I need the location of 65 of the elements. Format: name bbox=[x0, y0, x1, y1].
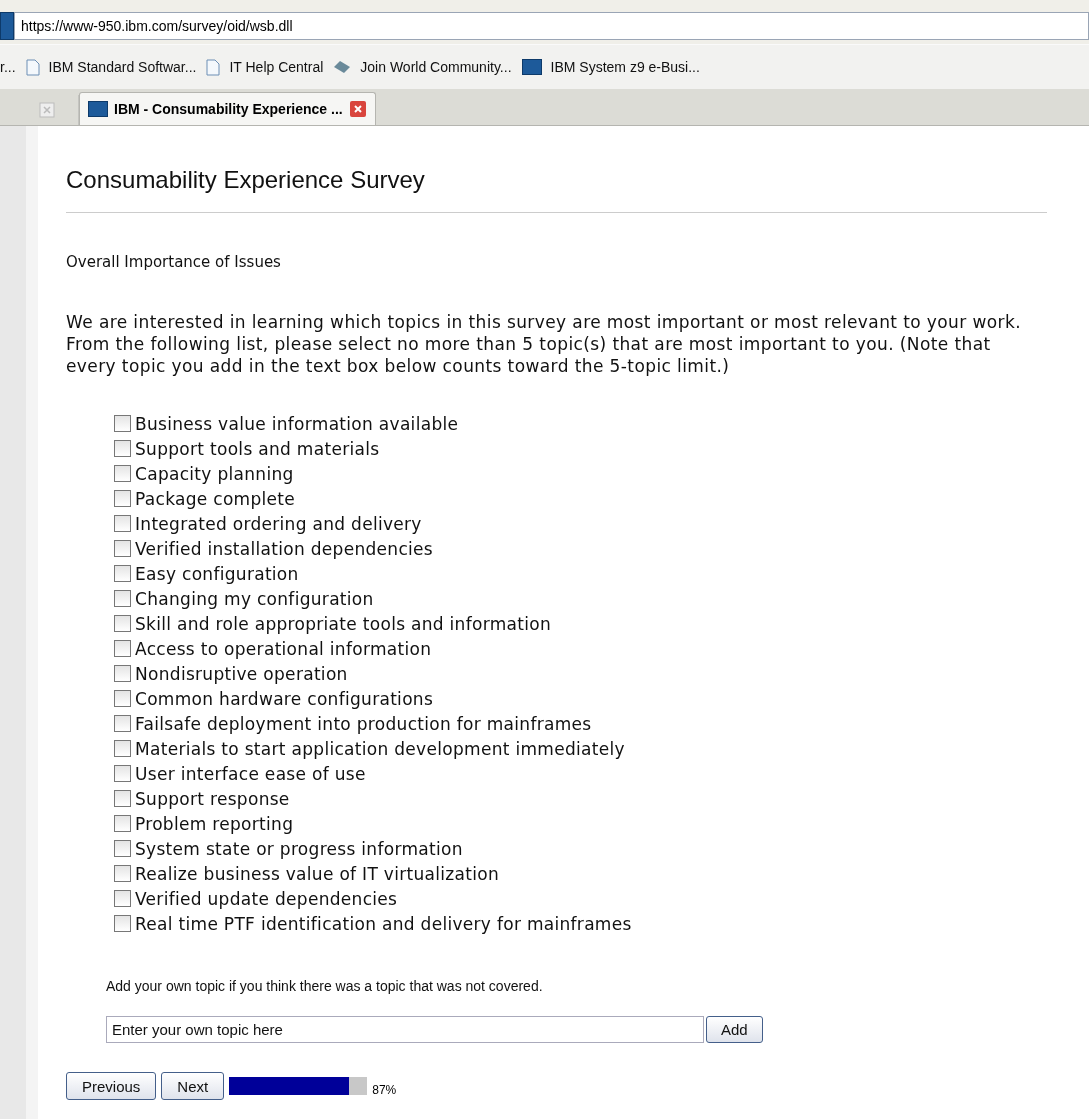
topic-label: Support tools and materials bbox=[135, 438, 380, 459]
bookmark[interactable]: IBM System z9 e-Busi... bbox=[521, 59, 700, 75]
topic-label: Failsafe deployment into production for mainframes bbox=[135, 713, 592, 734]
section-heading: Overall Importance of Issues bbox=[66, 253, 282, 271]
topic-label: Skill and role appropriate tools and information bbox=[135, 613, 552, 634]
diamond-icon bbox=[333, 60, 352, 74]
checkbox[interactable] bbox=[114, 515, 131, 532]
bookmark[interactable]: IT Help Central bbox=[206, 58, 324, 76]
checkbox[interactable] bbox=[114, 465, 131, 482]
checkbox[interactable] bbox=[114, 540, 131, 557]
topic-label: Integrated ordering and delivery bbox=[135, 513, 422, 534]
topic-label: System state or progress information bbox=[135, 838, 463, 859]
close-icon[interactable] bbox=[348, 100, 367, 118]
ibm-icon bbox=[88, 101, 108, 117]
intro-text: We are interested in learning which topics in this survey are most important or most relevant to your work. From the following list, please select no more than 5 topic(s) that are most important to you. (Note that every topic you add in the text box below counts toward the 5-topic limit.) bbox=[66, 311, 1023, 377]
next-button[interactable]: Next bbox=[161, 1072, 225, 1100]
checkbox[interactable] bbox=[114, 840, 131, 857]
tab-title: IBM - Consumability Experience ... bbox=[114, 101, 343, 117]
checkbox[interactable] bbox=[114, 740, 131, 757]
own-topic-prompt: Add your own topic if you think there was a topic that was not covered. bbox=[106, 978, 544, 994]
topic-label: Support response bbox=[135, 788, 290, 809]
address-field[interactable]: https://www-950.ibm.com/survey/oid/wsb.dll bbox=[14, 12, 1089, 40]
topic-label: Package complete bbox=[135, 488, 296, 509]
topic-label: Nondisruptive operation bbox=[135, 663, 348, 684]
ibm-icon bbox=[521, 59, 542, 75]
page-icon bbox=[25, 58, 40, 76]
topic-label: Verified installation dependencies bbox=[135, 538, 433, 559]
add-button[interactable]: Add bbox=[706, 1016, 763, 1043]
checkbox[interactable] bbox=[114, 690, 131, 707]
checkbox[interactable] bbox=[114, 890, 131, 907]
topic-label: Verified update dependencies bbox=[135, 888, 398, 909]
checkbox[interactable] bbox=[114, 815, 131, 832]
checkbox[interactable] bbox=[114, 490, 131, 507]
checkbox[interactable] bbox=[114, 790, 131, 807]
topic-label: Common hardware configurations bbox=[135, 688, 434, 709]
topic-label: Realize business value of IT virtualization bbox=[135, 863, 499, 884]
checkbox[interactable] bbox=[114, 615, 131, 632]
checkbox[interactable] bbox=[114, 640, 131, 657]
checkbox[interactable] bbox=[114, 590, 131, 607]
checkbox[interactable] bbox=[114, 765, 131, 782]
progress-reading: 87% bbox=[372, 1083, 397, 1097]
topic-label: Access to operational information bbox=[135, 638, 432, 659]
previous-button[interactable]: Previous bbox=[66, 1072, 157, 1100]
page-icon bbox=[206, 58, 221, 76]
topic-label: Real time PTF identification and delivery for mainframes bbox=[135, 913, 632, 934]
topic-label: Easy configuration bbox=[135, 563, 299, 584]
topic-label: Changing my configuration bbox=[135, 588, 374, 609]
topic-label: Business value information available bbox=[135, 413, 459, 434]
checkbox[interactable] bbox=[114, 915, 131, 932]
topic-input-field[interactable]: Enter your own topic here bbox=[106, 1016, 704, 1043]
topic-label: User interface ease of use bbox=[135, 763, 366, 784]
checkbox[interactable] bbox=[114, 415, 131, 432]
bookmark[interactable]: Join World Community... bbox=[333, 59, 512, 75]
browser-tab[interactable]: IBM - Consumability Experience ... bbox=[79, 92, 376, 125]
topic-label: Capacity planning bbox=[135, 463, 294, 484]
checkbox[interactable] bbox=[114, 565, 131, 582]
topic-label: Materials to start application development immediately bbox=[135, 738, 625, 759]
topic-label: Problem reporting bbox=[135, 813, 294, 834]
survey-title: Consumability Experience Survey bbox=[66, 166, 426, 194]
checkbox[interactable] bbox=[114, 865, 131, 882]
bookmark[interactable]: r... bbox=[0, 59, 16, 75]
checkbox[interactable] bbox=[114, 715, 131, 732]
checkbox[interactable] bbox=[114, 665, 131, 682]
bookmark[interactable]: IBM Standard Softwar... bbox=[25, 58, 197, 76]
checkbox[interactable] bbox=[114, 440, 131, 457]
